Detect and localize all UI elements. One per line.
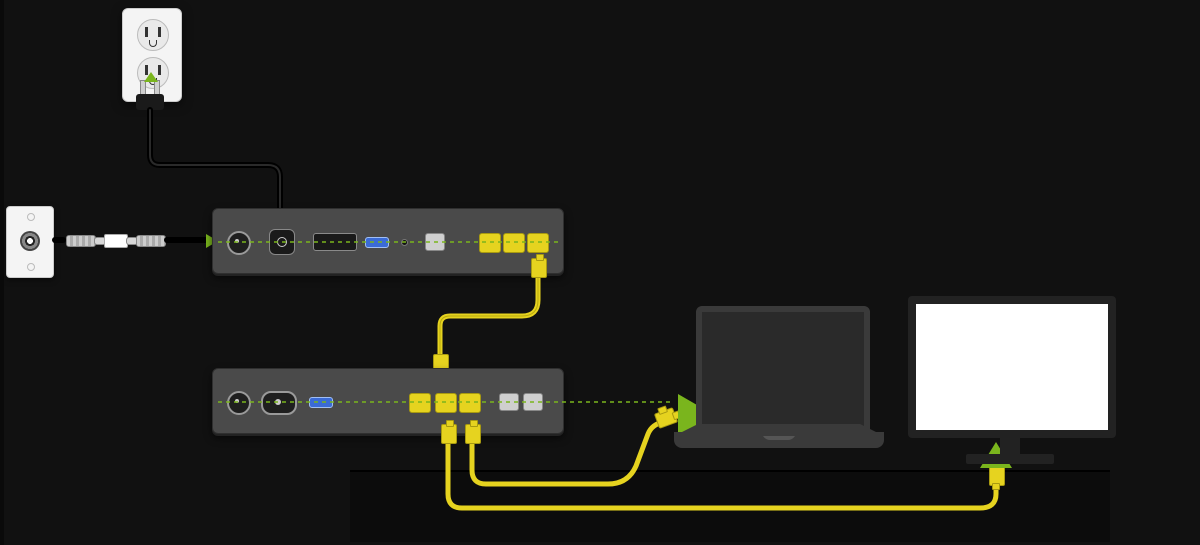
laptop-icon: [674, 306, 884, 474]
wall-edge-icon: [0, 0, 4, 545]
diagram-canvas: Modem / router Ethernet wiring diagram M…: [0, 0, 1200, 545]
rj45-plug-router-eth1-icon: [441, 424, 457, 444]
monitor-icon: [908, 296, 1116, 476]
